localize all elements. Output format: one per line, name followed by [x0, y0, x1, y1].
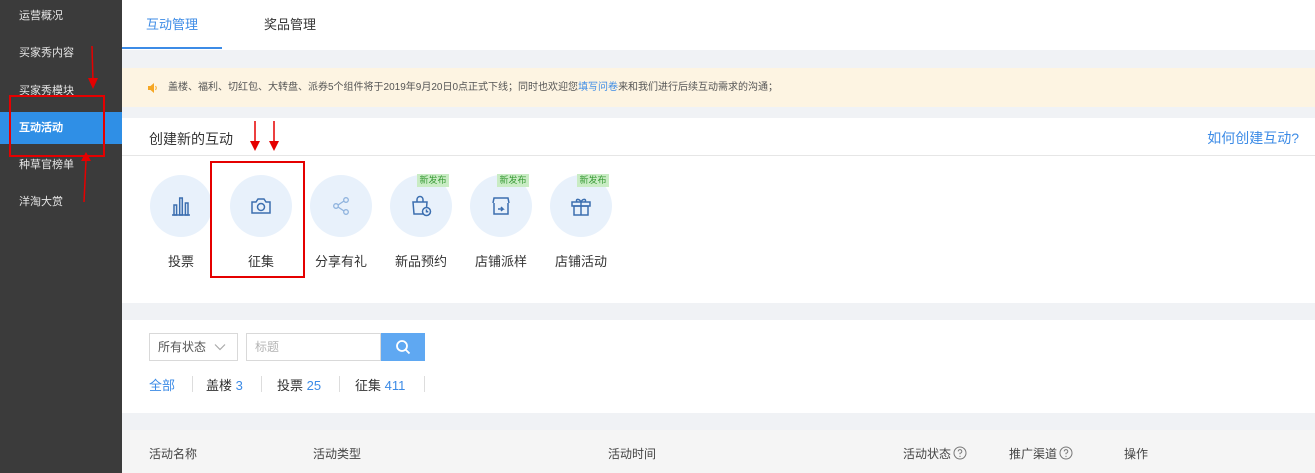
divider — [261, 376, 262, 392]
annotation-arrow-icon — [88, 45, 98, 89]
notice-banner: 盖楼、福利、切红包、大转盘、派券5个组件将于2019年9月20日0点正式下线；同… — [122, 68, 1315, 107]
notice-text: 盖楼、福利、切红包、大转盘、派券5个组件将于2019年9月20日0点正式下线；同… — [168, 68, 778, 107]
filter-tab-gailou[interactable]: 盖楼 3 — [206, 375, 243, 394]
tile-store-sample[interactable]: 新发布 店铺派样 — [469, 174, 533, 275]
new-release-badge: 新发布 — [577, 174, 609, 187]
tile-circle — [150, 175, 212, 237]
tile-circle — [310, 175, 372, 237]
column-activity-status: 活动状态 — [903, 445, 967, 462]
filter-tab-label: 盖楼 — [206, 378, 233, 393]
sidebar-item-yangtao-awards[interactable]: 洋淘大赏 — [0, 186, 122, 218]
annotation-arrow-icon — [81, 152, 91, 203]
filter-tab-label: 全部 — [149, 378, 176, 393]
status-select[interactable]: 所有状态 — [149, 333, 238, 361]
title-search-input[interactable] — [246, 333, 381, 361]
sidebar-item-buyer-show-content[interactable]: 买家秀内容 — [0, 37, 122, 69]
divider — [339, 376, 340, 392]
survey-link[interactable]: 填写问卷 — [578, 82, 618, 93]
share-icon — [333, 197, 349, 215]
column-operations: 操作 — [1124, 447, 1149, 461]
sidebar: 运营概况 买家秀内容 买家秀模块 互动活动 种草官榜单 洋淘大赏 — [0, 0, 122, 473]
shopping-bag-clock-icon — [412, 195, 432, 217]
tile-share-gift[interactable]: 分享有礼 — [309, 175, 373, 275]
filter-tab-count: 411 — [384, 378, 406, 393]
top-tabs: 互动管理 奖品管理 — [122, 0, 1315, 50]
filter-tab-label: 投票 — [277, 378, 304, 393]
column-promotion-channel: 推广渠道 — [1009, 445, 1073, 462]
tab-interaction-management[interactable]: 互动管理 — [122, 0, 222, 50]
chevron-down-icon — [214, 344, 226, 351]
filter-tab-count: 3 — [235, 378, 243, 393]
divider — [424, 376, 425, 392]
column-label: 推广渠道 — [1009, 447, 1058, 461]
new-release-badge: 新发布 — [497, 174, 529, 187]
filter-tab-all[interactable]: 全部 — [149, 375, 175, 394]
column-activity-type: 活动类型 — [313, 447, 362, 461]
notice-text-after: 来和我们进行后续互动需求的沟通； — [618, 82, 779, 93]
filter-bar: 所有状态 全部 盖楼 3 投票 25 征集 411 — [122, 320, 1315, 413]
status-select-value: 所有状态 — [158, 340, 207, 354]
gift-icon — [571, 198, 591, 216]
create-section-title: 创建新的互动 — [149, 131, 233, 147]
divider — [192, 376, 193, 392]
notice-text-before: 盖楼、福利、切红包、大转盘、派券5个组件将于2019年9月20日0点正式下线；同… — [168, 82, 579, 93]
annotation-highlight-box — [210, 161, 305, 278]
tile-vote[interactable]: 投票 — [149, 175, 213, 275]
filter-tab-count: 25 — [306, 378, 322, 393]
question-icon[interactable] — [1059, 446, 1073, 460]
filter-tab-collect[interactable]: 征集 411 — [355, 375, 405, 394]
sidebar-item-overview[interactable]: 运营概况 — [0, 0, 122, 32]
tile-label: 新品预约 — [394, 254, 447, 269]
tile-new-product-booking[interactable]: 新发布 新品预约 — [389, 174, 453, 275]
how-to-create-link[interactable]: 如何创建互动? — [1207, 128, 1299, 148]
store-share-icon — [492, 197, 510, 215]
search-icon — [396, 340, 411, 355]
column-activity-time: 活动时间 — [608, 447, 657, 461]
tile-label: 分享有礼 — [314, 254, 367, 269]
filter-tab-vote[interactable]: 投票 25 — [277, 375, 321, 394]
annotation-arrow-icon — [250, 121, 260, 151]
new-release-badge: 新发布 — [417, 174, 449, 187]
annotation-arrow-icon — [269, 121, 279, 151]
filter-tab-label: 征集 — [355, 378, 382, 393]
column-label: 活动状态 — [903, 447, 952, 461]
create-section-header: 创建新的互动 如何创建互动? — [122, 118, 1315, 156]
question-icon[interactable] — [953, 446, 967, 460]
table-header: 活动名称 活动类型 活动时间 活动状态 推广渠道 操作 — [122, 430, 1315, 473]
column-activity-name: 活动名称 — [149, 447, 198, 461]
tile-label: 店铺活动 — [554, 254, 607, 269]
tile-label: 店铺派样 — [474, 254, 527, 269]
active-tab-indicator — [122, 47, 222, 49]
search-button[interactable] — [381, 333, 425, 361]
annotation-highlight-box — [9, 95, 105, 157]
bar-chart-icon — [172, 197, 190, 216]
speaker-icon — [148, 83, 157, 93]
tab-prize-management[interactable]: 奖品管理 — [240, 0, 340, 50]
tile-store-activity[interactable]: 新发布 店铺活动 — [549, 174, 613, 275]
